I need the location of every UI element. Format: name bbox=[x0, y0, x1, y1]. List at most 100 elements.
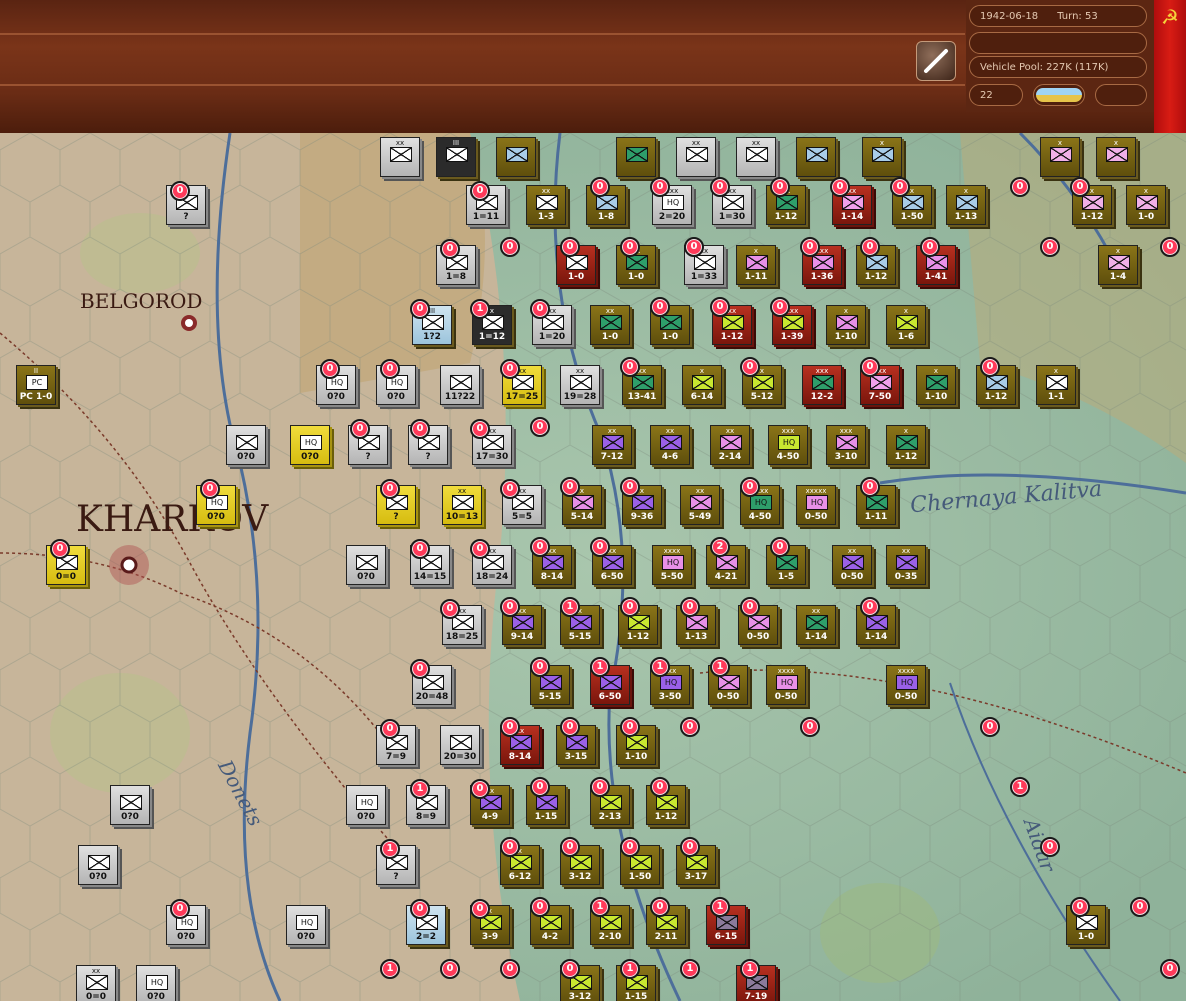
small-value-field: 22 bbox=[969, 84, 1023, 106]
action-points-badge: 0 bbox=[620, 717, 640, 737]
unit-counter[interactable]: xxxx HQ 0-50 bbox=[766, 665, 806, 705]
action-points-badge: 0 bbox=[500, 597, 520, 617]
unit-type-icon bbox=[390, 147, 412, 162]
action-points-badge: 0 bbox=[530, 657, 550, 677]
unit-counter[interactable]: xx bbox=[380, 137, 420, 177]
unit-counter[interactable]: xxxxx HQ 0-50 bbox=[796, 485, 836, 525]
action-points-badge: 1 bbox=[410, 779, 430, 799]
unit-counter[interactable]: x1-12 bbox=[886, 425, 926, 465]
unit-counter[interactable]: 11?22 bbox=[440, 365, 480, 405]
unit-counter[interactable]: xx 7-12 bbox=[592, 425, 632, 465]
unit-counter[interactable]: xx bbox=[676, 137, 716, 177]
date-label: 1942-06-18 bbox=[980, 11, 1039, 22]
unit-type-icon: HQ bbox=[660, 675, 682, 690]
unit-counter[interactable]: 0?0 bbox=[226, 425, 266, 465]
unit-strength: 6-50 bbox=[598, 692, 622, 702]
unit-counter[interactable] bbox=[496, 137, 536, 177]
unit-strength: 0=0 bbox=[55, 572, 77, 582]
action-points-badge: 0 bbox=[410, 539, 430, 559]
blank-button[interactable] bbox=[1095, 84, 1147, 106]
unit-counter[interactable]: HQ 0?0 bbox=[286, 905, 326, 945]
unit-counter[interactable]: x bbox=[1040, 137, 1080, 177]
unit-type-icon bbox=[806, 615, 828, 630]
unit-counter[interactable]: III bbox=[436, 137, 476, 177]
unit-counter[interactable]: 20=30 bbox=[440, 725, 480, 765]
unit-counter[interactable]: HQ 0?0 bbox=[346, 785, 386, 825]
unit-strength: 0-50 bbox=[774, 692, 798, 702]
unit-counter[interactable]: HQ 0?0 bbox=[290, 425, 330, 465]
unit-strength: 1=8 bbox=[445, 272, 467, 282]
unit-counter[interactable]: x 1-11 bbox=[736, 245, 776, 285]
action-points-badge: 0 bbox=[350, 419, 370, 439]
unit-type-icon bbox=[510, 735, 532, 750]
unit-strength: 4-50 bbox=[748, 512, 772, 522]
unit-counter[interactable]: xx bbox=[736, 137, 776, 177]
unit-counter[interactable]: x 1-6 bbox=[886, 305, 926, 345]
unit-counter[interactable] bbox=[796, 137, 836, 177]
faction-flag-panel[interactable]: ☭ bbox=[1154, 0, 1186, 133]
action-points-badge: 0 bbox=[1070, 897, 1090, 917]
action-points-badge: 0 bbox=[410, 659, 430, 679]
unit-counter[interactable]: xx 0=0 bbox=[76, 965, 116, 1001]
action-points-badge: 0 bbox=[620, 237, 640, 257]
unit-counter[interactable]: xxx 12-2 bbox=[802, 365, 842, 405]
unit-type-icon bbox=[660, 435, 682, 450]
unit-strength: 2=20 bbox=[658, 212, 686, 222]
unit-counter[interactable] bbox=[616, 137, 656, 177]
unit-counter[interactable]: x 1-10 bbox=[826, 305, 866, 345]
unit-counter[interactable]: x1-13 bbox=[946, 185, 986, 225]
weather-button[interactable] bbox=[1033, 84, 1085, 106]
unit-strength: ? bbox=[183, 212, 189, 222]
unit-counter[interactable]: x 1-4 bbox=[1098, 245, 1138, 285]
unit-counter[interactable]: x bbox=[862, 137, 902, 177]
unit-counter[interactable]: xx 0-35 bbox=[886, 545, 926, 585]
unit-type-icon bbox=[450, 735, 472, 750]
action-points-badge: 0 bbox=[1130, 897, 1150, 917]
unit-counter[interactable]: 0?0 bbox=[110, 785, 150, 825]
unit-strength: 7-50 bbox=[868, 392, 892, 402]
unit-counter[interactable]: xx1-0 bbox=[590, 305, 630, 345]
unit-counter[interactable]: xxx HQ 4-50 bbox=[768, 425, 808, 465]
action-points-badge: 0 bbox=[500, 837, 520, 857]
unit-counter[interactable]: x 1-0 bbox=[1126, 185, 1166, 225]
unit-strength: 1-5 bbox=[777, 572, 795, 582]
action-points-badge: 0 bbox=[890, 177, 910, 197]
strategic-map[interactable]: BELGOROD KHARKOV Chernaya Kalitva Donets… bbox=[0, 133, 1186, 1001]
unit-counter[interactable]: xx 4-6 bbox=[650, 425, 690, 465]
unit-strength: 14=15 bbox=[413, 572, 447, 582]
unit-counter[interactable]: xx 0-50 bbox=[832, 545, 872, 585]
pencil-icon[interactable] bbox=[916, 41, 956, 81]
unit-counter[interactable]: xxxx HQ 0-50 bbox=[886, 665, 926, 705]
unit-counter[interactable]: x bbox=[1096, 137, 1136, 177]
unit-counter[interactable]: 0?0 bbox=[346, 545, 386, 585]
unit-strength: 10=13 bbox=[445, 512, 479, 522]
unit-counter[interactable]: HQ 0?0 bbox=[136, 965, 176, 1001]
unit-counter[interactable]: xx 2-14 bbox=[710, 425, 750, 465]
unit-counter[interactable]: xxx 3-10 bbox=[826, 425, 866, 465]
action-points-badge: 1 bbox=[740, 959, 760, 979]
unit-type-icon bbox=[510, 855, 532, 870]
unit-type-icon: HQ bbox=[750, 495, 772, 510]
unit-strength: 17=30 bbox=[475, 452, 509, 462]
unit-type-icon bbox=[686, 147, 708, 162]
unit-type-icon bbox=[896, 555, 918, 570]
unit-counter[interactable]: x 1-1 bbox=[1036, 365, 1076, 405]
unit-strength: 1-50 bbox=[628, 872, 652, 882]
action-points-badge: 0 bbox=[560, 959, 580, 979]
unit-strength: 1=11 bbox=[472, 212, 500, 222]
unit-counter[interactable]: x 1-10 bbox=[916, 365, 956, 405]
unit-type-icon bbox=[120, 795, 142, 810]
unit-counter[interactable]: xx 1-14 bbox=[796, 605, 836, 645]
unit-counter[interactable]: xx 19=28 bbox=[560, 365, 600, 405]
unit-strength: 1-11 bbox=[744, 272, 768, 282]
unit-counter[interactable]: xx 1-3 bbox=[526, 185, 566, 225]
unit-counter[interactable]: 0?0 bbox=[78, 845, 118, 885]
unit-counter[interactable]: xx 5-49 bbox=[680, 485, 720, 525]
action-points-badge: 0 bbox=[860, 477, 880, 497]
unit-counter[interactable]: II PC PC 1-0 bbox=[16, 365, 56, 405]
unit-counter[interactable]: xx 10=13 bbox=[442, 485, 482, 525]
unit-counter[interactable]: x 6-14 bbox=[682, 365, 722, 405]
unit-counter[interactable]: xxxx HQ 5-50 bbox=[652, 545, 692, 585]
unit-strength: 0?0 bbox=[301, 452, 319, 462]
unit-type-icon bbox=[1076, 915, 1098, 930]
